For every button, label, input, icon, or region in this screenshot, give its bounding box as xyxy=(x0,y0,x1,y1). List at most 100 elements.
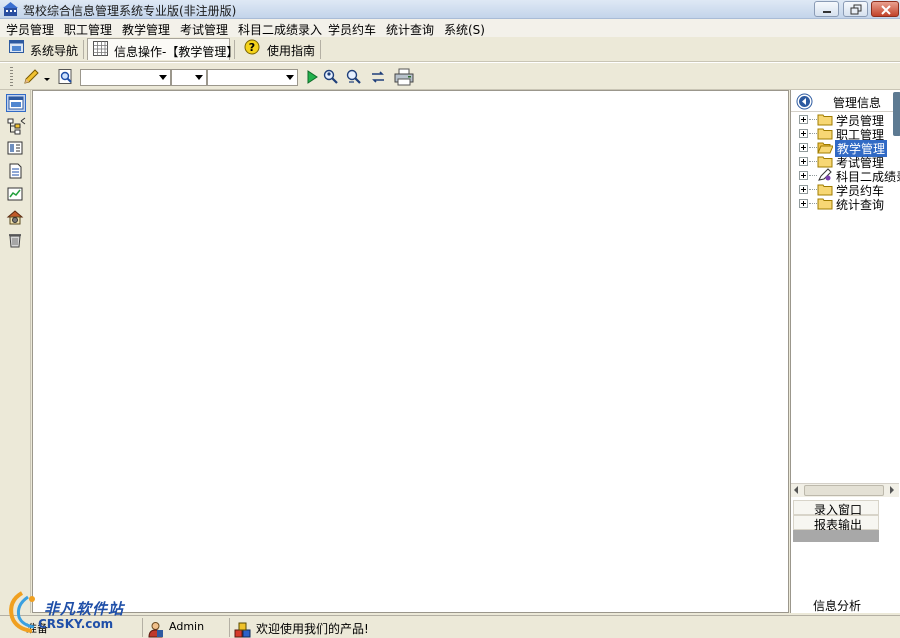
folder-icon xyxy=(817,156,833,168)
tab-user-guide[interactable]: ? 使用指南 xyxy=(240,38,316,60)
close-button[interactable] xyxy=(871,1,899,17)
scroll-left-arrow-icon[interactable] xyxy=(794,486,798,494)
product-cubes-icon xyxy=(234,622,251,638)
menu-statistics-query[interactable]: 统计查询 xyxy=(386,21,434,38)
status-message: 欢迎使用我们的产品! xyxy=(256,622,369,636)
panel-header: 管理信息 xyxy=(791,90,900,136)
tab-separator xyxy=(320,40,321,59)
document-icon xyxy=(9,163,22,179)
expand-plus-icon[interactable] xyxy=(799,157,808,166)
expand-plus-icon[interactable] xyxy=(799,115,808,124)
settings-button[interactable] xyxy=(6,209,26,227)
run-play-icon[interactable] xyxy=(303,68,321,86)
navigation-window-icon xyxy=(9,40,24,53)
panel-divider-band xyxy=(793,530,879,542)
tree-item-label: 统计查询 xyxy=(836,198,885,212)
tree-connector xyxy=(809,161,817,162)
scrollbar-thumb[interactable] xyxy=(804,485,884,496)
refresh-switch-icon[interactable] xyxy=(369,68,387,86)
filter-value-combo[interactable] xyxy=(207,69,298,86)
folder-icon xyxy=(817,128,833,140)
close-icon xyxy=(881,5,891,15)
form-view-button[interactable] xyxy=(6,94,26,112)
tab-system-navigation[interactable]: 系统导航 xyxy=(4,38,80,60)
left-tool-strip xyxy=(0,90,31,613)
expand-plus-icon[interactable] xyxy=(799,129,808,138)
menu-system[interactable]: 系统(S) xyxy=(444,21,485,38)
maximize-button[interactable] xyxy=(843,1,868,17)
tree-connector xyxy=(809,119,817,120)
expand-plus-icon[interactable] xyxy=(799,199,808,208)
tab-info-operation[interactable]: 信息操作-【教学管理】 xyxy=(87,38,238,60)
minimize-icon xyxy=(823,11,831,13)
tree-connector xyxy=(809,175,817,176)
main-content-area[interactable] xyxy=(32,90,789,613)
panel-title: 管理信息 xyxy=(833,96,882,110)
tree-connector xyxy=(809,133,817,134)
scroll-right-arrow-icon[interactable] xyxy=(890,486,894,494)
menu-student-car-booking[interactable]: 学员约车 xyxy=(328,21,376,38)
tree-connector xyxy=(809,189,817,190)
trash-bin-icon xyxy=(9,234,21,248)
tab-separator xyxy=(234,40,235,59)
svg-text:?: ? xyxy=(249,41,255,54)
tab-separator xyxy=(83,40,84,59)
window-form-icon xyxy=(8,96,24,110)
help-question-icon: ? xyxy=(244,39,260,55)
menu-exam-management[interactable]: 考试管理 xyxy=(180,21,228,38)
chart-report-button[interactable] xyxy=(6,186,26,204)
app-building-icon xyxy=(3,2,18,16)
toolbar xyxy=(0,62,900,90)
printer-icon[interactable] xyxy=(394,68,414,86)
info-analysis-button[interactable]: 信息分析 xyxy=(813,597,861,614)
user-avatar-icon xyxy=(148,622,163,638)
filter-field-combo[interactable] xyxy=(80,69,171,86)
menu-staff-management[interactable]: 职工管理 xyxy=(64,21,112,38)
search-people-icon[interactable] xyxy=(322,68,340,86)
card-view-button[interactable] xyxy=(6,140,26,158)
folder-icon xyxy=(817,198,833,210)
menu-teaching-management[interactable]: 教学管理 xyxy=(122,21,170,38)
chevron-down-icon xyxy=(195,75,203,80)
dropdown-arrow-icon[interactable] xyxy=(42,68,52,86)
expand-plus-icon[interactable] xyxy=(799,171,808,180)
preview-magnifier-icon[interactable] xyxy=(57,68,75,86)
entry-window-button[interactable]: 录入窗口 xyxy=(793,500,879,517)
minimize-button[interactable] xyxy=(814,1,839,17)
panel-collapse-handle[interactable] xyxy=(893,92,900,136)
right-management-panel: 管理信息 学员管理 职工管理 教学管理 考试管理 科目二成绩 学员约车 统计查询… xyxy=(790,90,900,613)
restore-icon xyxy=(850,4,862,15)
chart-window-icon xyxy=(7,187,23,201)
tab-label: 使用指南 xyxy=(267,44,316,58)
folder-icon xyxy=(817,184,833,196)
menu-subject2-score-entry[interactable]: 科目二成绩录入 xyxy=(238,21,322,38)
toolbar-grip-handle[interactable] xyxy=(10,67,13,87)
report-output-button[interactable]: 报表输出 xyxy=(793,515,879,532)
status-message-panel: 欢迎使用我们的产品! xyxy=(229,618,900,638)
chevron-down-icon xyxy=(286,75,294,80)
status-username: Admin xyxy=(169,620,205,633)
edit-pencil-icon[interactable] xyxy=(22,68,40,86)
tab-label: 信息操作-【教学管理】 xyxy=(114,45,239,59)
watermark-en-text: CRSKY.com xyxy=(38,617,114,631)
watermark-cn-text: 非凡软件站 xyxy=(44,600,125,618)
back-arrow-icon[interactable] xyxy=(796,93,813,110)
tree-horizontal-scrollbar[interactable] xyxy=(791,483,899,497)
folder-open-icon xyxy=(817,142,833,154)
find-next-icon[interactable] xyxy=(345,68,363,86)
hierarchy-tree-icon xyxy=(7,117,26,135)
tab-bar: 系统导航 信息操作-【教学管理】 ? 使用指南 xyxy=(0,37,900,62)
score-entry-pen-icon xyxy=(818,168,832,181)
menu-student-management[interactable]: 学员管理 xyxy=(6,21,54,38)
tree-view-button[interactable] xyxy=(6,117,26,135)
window-title: 驾校综合信息管理系统专业版(非注册版) xyxy=(23,4,237,18)
delete-button[interactable] xyxy=(6,232,26,250)
expand-plus-icon[interactable] xyxy=(799,185,808,194)
expand-plus-icon[interactable] xyxy=(799,143,808,152)
filter-operator-combo[interactable] xyxy=(171,69,207,86)
document-button[interactable] xyxy=(6,163,26,181)
title-bar: 驾校综合信息管理系统专业版(非注册版) xyxy=(0,0,900,19)
grid-table-icon xyxy=(93,41,108,56)
card-list-icon xyxy=(7,141,23,155)
status-bar: 准备 Admin 欢迎使用我们的产品! xyxy=(0,615,900,638)
